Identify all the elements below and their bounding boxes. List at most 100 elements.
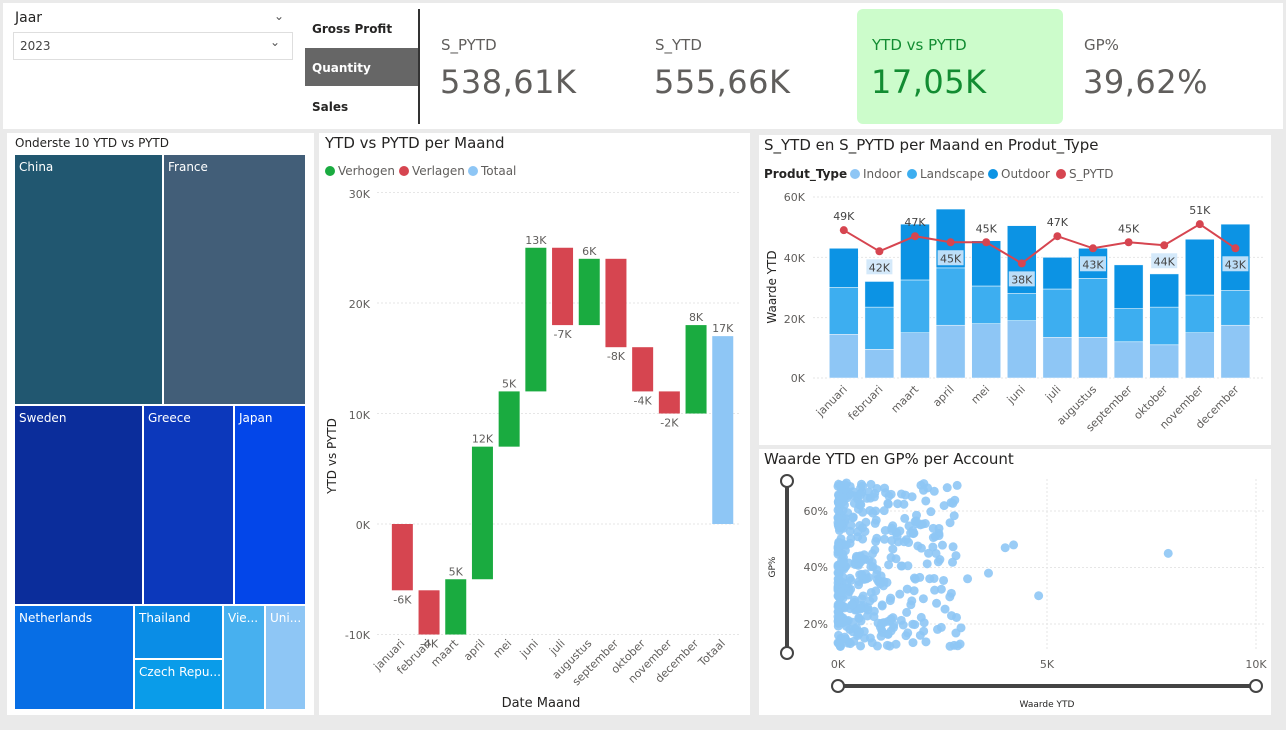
year-slicer-dropdown[interactable]: 2023 ⌄ bbox=[13, 32, 293, 60]
data-label: 42K bbox=[869, 261, 891, 274]
measure-button-gross-profit[interactable]: Gross Profit bbox=[305, 9, 418, 47]
x-tick-label: april bbox=[930, 383, 956, 409]
scatter-point bbox=[1000, 543, 1010, 553]
y-zoom-slider-handle-top[interactable] bbox=[780, 474, 794, 488]
scatter-point bbox=[902, 584, 912, 594]
scatter-point bbox=[886, 593, 896, 603]
y-tick-label: 60K bbox=[784, 191, 806, 204]
data-label: 51K bbox=[1189, 204, 1211, 217]
scatter-point bbox=[838, 493, 848, 503]
scatter-point bbox=[881, 488, 891, 498]
stacked-bar-segment bbox=[900, 332, 930, 379]
scatter-point bbox=[918, 594, 928, 604]
treemap-visual: Onderste 10 YTD vs PYTD China France Swe… bbox=[7, 133, 314, 715]
scatter-point bbox=[897, 561, 907, 571]
scatter-point bbox=[1034, 591, 1044, 601]
treemap-tile[interactable]: Thailand bbox=[134, 605, 223, 659]
x-zoom-slider-handle-left[interactable] bbox=[831, 679, 845, 693]
waterfall-chart: YTD vs PYTD Date Maand 30K 20K 10K 0K -1… bbox=[325, 188, 739, 711]
y-axis-label: Waarde YTD bbox=[765, 250, 779, 323]
scatter-point bbox=[871, 586, 881, 596]
stacked-bar-segment bbox=[1042, 257, 1073, 290]
scatter-point bbox=[886, 553, 896, 563]
scatter-point bbox=[896, 615, 906, 625]
chevron-down-icon: ⌄ bbox=[270, 35, 281, 49]
stacked-bar-segment bbox=[1185, 238, 1215, 296]
scatter-point bbox=[947, 557, 957, 567]
measure-button-sales[interactable]: Sales bbox=[305, 87, 418, 125]
s-pytd-point bbox=[1017, 259, 1026, 268]
scatter-point bbox=[934, 523, 944, 533]
data-label: 17K bbox=[712, 322, 734, 335]
scatter-point bbox=[940, 604, 950, 614]
stacked-bar-segment bbox=[864, 306, 895, 350]
x-zoom-slider-handle-right[interactable] bbox=[1249, 679, 1263, 693]
x-tick-label: januari bbox=[813, 383, 850, 420]
kpi-value: 17,05K bbox=[871, 63, 987, 101]
stacked-bar-segment bbox=[1220, 324, 1251, 379]
s-pytd-point bbox=[1160, 241, 1169, 250]
y-tick-label: 60% bbox=[804, 505, 828, 518]
kpi-label: YTD vs PYTD bbox=[872, 36, 967, 54]
scatter-point bbox=[835, 599, 845, 609]
y-tick-label: -10K bbox=[345, 629, 371, 642]
scatter-point bbox=[963, 574, 973, 584]
stacked-bar-segment bbox=[1007, 320, 1037, 379]
treemap-tile[interactable]: Czech Repu... bbox=[134, 659, 223, 710]
scatter-point bbox=[858, 534, 868, 544]
x-tick-label: juni bbox=[517, 637, 541, 661]
scatter-point bbox=[858, 481, 868, 491]
data-label: 13K bbox=[525, 234, 547, 247]
measure-button-quantity[interactable]: Quantity bbox=[305, 48, 418, 86]
scatter-point bbox=[838, 558, 848, 568]
stacked-bar-segment bbox=[1149, 306, 1179, 346]
treemap-tile[interactable]: Japan bbox=[234, 405, 306, 605]
treemap-tile[interactable]: China bbox=[14, 154, 163, 405]
treemap-tile[interactable]: France bbox=[163, 154, 306, 405]
scatter-point bbox=[854, 577, 864, 587]
data-label: 5K bbox=[449, 565, 464, 578]
stacked-bar-segment bbox=[971, 285, 1001, 324]
stacked-bar-segment bbox=[1007, 293, 1037, 321]
scatter-point bbox=[885, 641, 895, 651]
data-label: 12K bbox=[472, 433, 494, 446]
scatter-point bbox=[883, 629, 893, 639]
treemap-tile[interactable]: Netherlands bbox=[14, 605, 134, 710]
stacked-bar-segment bbox=[829, 248, 859, 288]
y-zoom-slider-handle-bottom[interactable] bbox=[780, 646, 794, 660]
scatter-point bbox=[872, 641, 882, 651]
y-tick-label: 20% bbox=[804, 618, 828, 631]
treemap-tile[interactable]: Vie... bbox=[223, 605, 265, 710]
stacked-bar-segment bbox=[1149, 344, 1179, 379]
scatter-point bbox=[883, 498, 893, 508]
data-label: 44K bbox=[1154, 255, 1176, 268]
scatter-point bbox=[892, 531, 902, 541]
scatter-point bbox=[858, 507, 868, 517]
kpi-card-ytd-vs-pytd: YTD vs PYTD 17,05K bbox=[857, 9, 1063, 124]
data-label: -2K bbox=[660, 417, 679, 430]
s-pytd-point bbox=[839, 226, 848, 235]
scatter-point bbox=[928, 542, 938, 552]
kpi-value: 538,61K bbox=[440, 63, 577, 101]
data-label: 47K bbox=[904, 216, 926, 229]
x-tick-label: juli bbox=[1042, 383, 1063, 404]
chevron-down-icon[interactable]: ⌄ bbox=[274, 9, 284, 23]
data-label: 43K bbox=[1225, 258, 1247, 271]
treemap-tile[interactable]: Greece bbox=[143, 405, 234, 605]
scatter-point bbox=[907, 596, 917, 606]
data-label: 45K bbox=[976, 222, 998, 235]
stacked-bar-segment bbox=[1078, 278, 1108, 338]
stacked-bar-segment bbox=[864, 349, 895, 379]
scatter-point bbox=[848, 513, 858, 523]
scatter-point bbox=[948, 542, 958, 552]
scatter-point bbox=[933, 557, 943, 567]
scatter-point bbox=[926, 507, 936, 517]
treemap-tile[interactable]: Uni... bbox=[265, 605, 306, 710]
x-axis-label: Waarde YTD bbox=[1020, 700, 1075, 710]
scatter-point bbox=[845, 639, 855, 649]
scatter-point bbox=[932, 598, 942, 608]
treemap-tile[interactable]: Sweden bbox=[14, 405, 143, 605]
waterfall-bar bbox=[445, 579, 467, 635]
year-slicer-title: Jaar bbox=[15, 10, 43, 26]
s-pytd-point bbox=[911, 232, 919, 241]
